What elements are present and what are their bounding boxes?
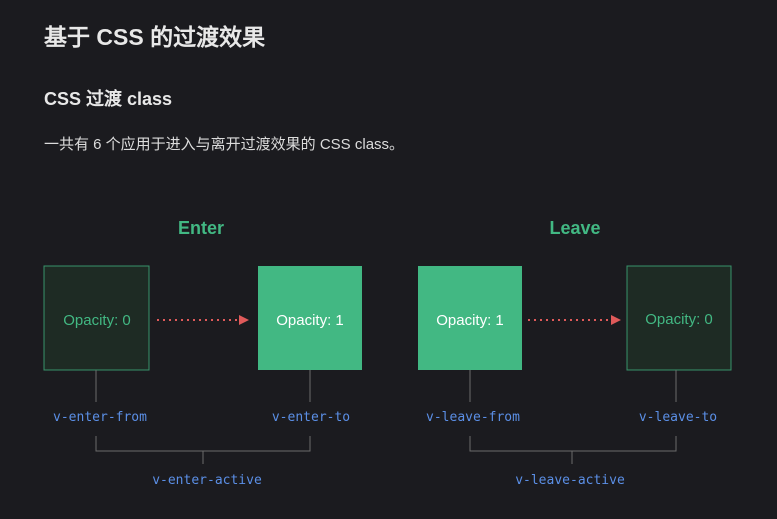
enter-active-bracket [95,436,311,464]
leave-to-box-label: Opacity: 0 [645,311,713,328]
enter-active-class: v-enter-active [152,473,262,488]
enter-from-class: v-enter-from [53,410,147,425]
enter-to-class: v-enter-to [272,410,350,425]
leave-active-bracket [469,436,677,464]
enter-heading: Enter [178,218,224,238]
enter-from-box-label: Opacity: 0 [63,312,131,329]
enter-to-box: Opacity: 1 [258,266,362,370]
leave-from-box: Opacity: 1 [418,266,522,370]
leave-from-box-label: Opacity: 1 [436,312,504,329]
enter-to-box-label: Opacity: 1 [276,312,344,329]
leave-heading: Leave [549,218,600,238]
transition-classes-diagram: Enter Opacity: 0 Opacity: 1 v-enter-from… [43,218,732,488]
leave-to-box: Opacity: 0 [626,265,732,371]
leave-active-class: v-leave-active [515,473,625,488]
enter-from-box: Opacity: 0 [43,265,150,371]
leave-from-class: v-leave-from [426,410,520,425]
leave-to-class: v-leave-to [639,410,717,425]
